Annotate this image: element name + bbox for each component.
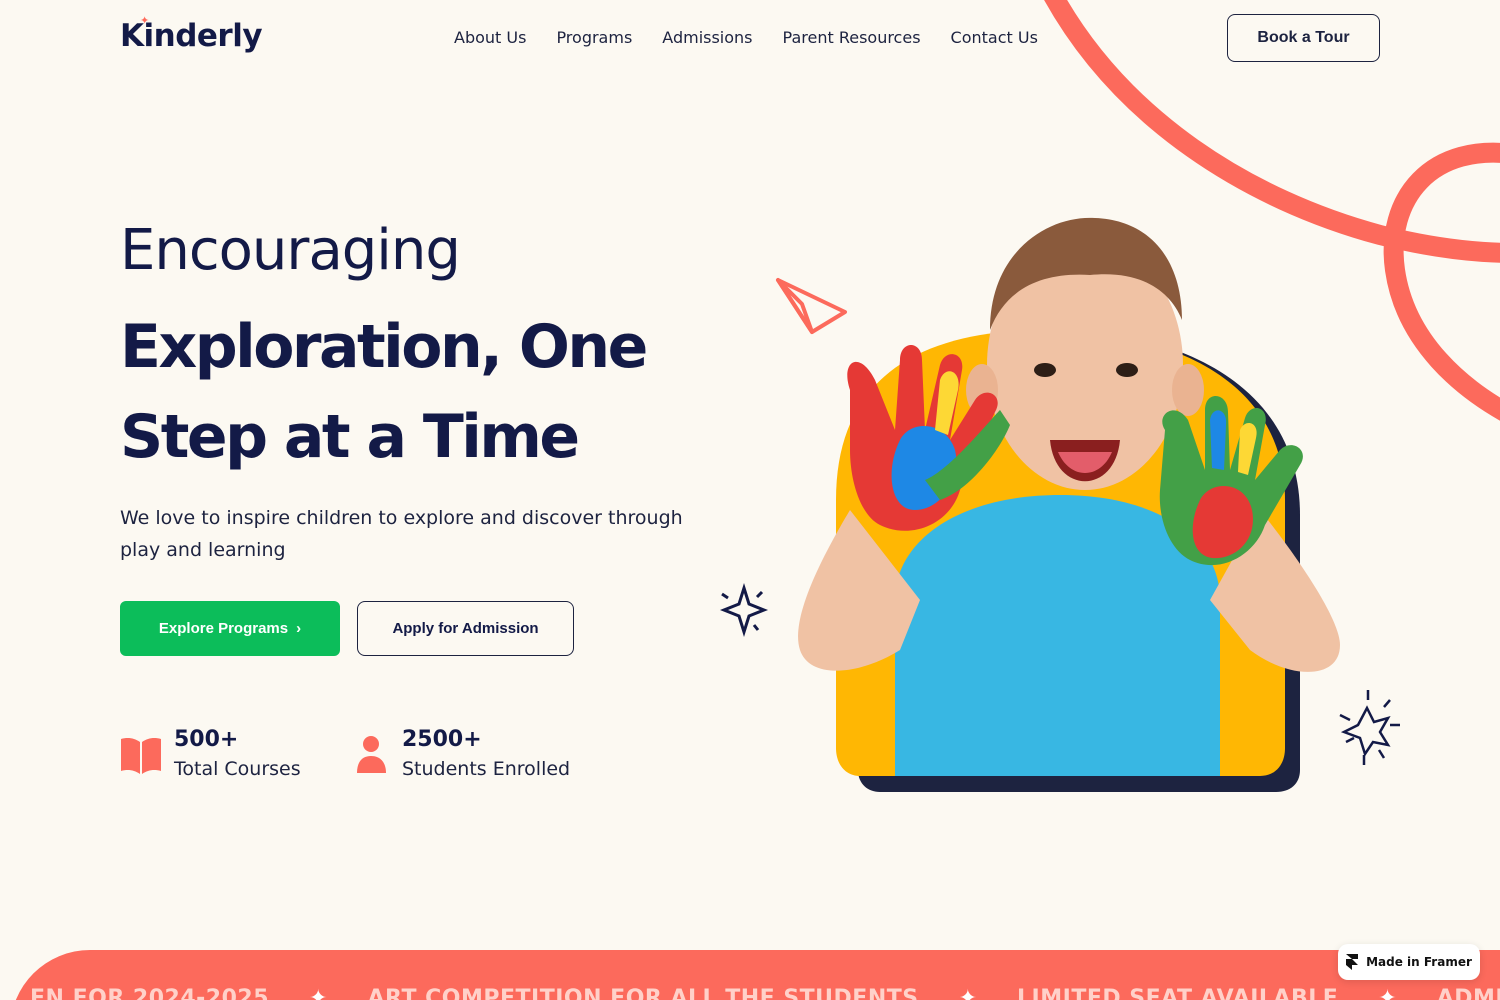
stat-value: 2500+ <box>402 727 482 752</box>
hero-child-illustration <box>719 217 1400 792</box>
badge-label: Made in Framer <box>1366 955 1472 969</box>
marquee-item: LIMITED SEAT AVAILABLE <box>1017 986 1339 1000</box>
marquee-item: ADMISSION OP <box>1436 986 1500 1000</box>
sparkle-star-icon <box>719 582 769 638</box>
hero-heading-line-1: Exploration, One <box>120 312 648 382</box>
person-icon <box>357 736 386 773</box>
made-in-framer-badge[interactable]: Made in Framer <box>1338 944 1480 980</box>
stat-label: Total Courses <box>174 758 301 780</box>
explore-programs-button[interactable]: Explore Programs › <box>120 601 340 656</box>
star-icon: ✦ <box>958 986 978 1000</box>
brand-logo[interactable]: Kinderly ✦ <box>120 14 263 54</box>
nav-admissions[interactable]: Admissions <box>662 28 752 47</box>
star-icon: ✦ <box>1378 986 1397 1000</box>
paper-plane-icon <box>776 278 847 334</box>
apply-admission-button[interactable]: Apply for Admission <box>357 601 574 656</box>
hero-heading-light: Encouraging <box>120 218 461 283</box>
marquee-item: ART COMPETITION FOR ALL THE STUDENTS <box>367 986 919 1000</box>
star-icon: ✦ <box>309 986 328 1000</box>
nav-programs[interactable]: Programs <box>556 28 632 47</box>
announcement-marquee: EN FOR 2024-2025 ✦ ART COMPETITION FOR A… <box>10 950 1500 1000</box>
doodle-star-icon <box>1339 690 1400 765</box>
sparkle-icon: ✦ <box>140 14 149 27</box>
marquee-track: EN FOR 2024-2025 ✦ ART COMPETITION FOR A… <box>30 986 1500 1000</box>
hero-heading-line-2: Step at a Time <box>120 402 580 472</box>
nav-contact-us[interactable]: Contact Us <box>951 28 1038 47</box>
book-tour-button[interactable]: Book a Tour <box>1227 14 1380 62</box>
nav-about-us[interactable]: About Us <box>454 28 526 47</box>
stat-students-enrolled: 2500+ Students Enrolled <box>356 726 570 784</box>
framer-icon <box>1346 954 1359 970</box>
chevron-right-icon: › <box>296 620 302 637</box>
main-nav: About Us Programs Admissions Parent Reso… <box>454 28 1038 47</box>
explore-programs-label: Explore Programs <box>158 620 289 637</box>
stat-label: Students Enrolled <box>402 758 571 780</box>
stat-total-courses: 500+ Total Courses <box>120 726 301 784</box>
book-icon <box>121 738 161 774</box>
stat-value: 500+ <box>174 727 239 752</box>
nav-parent-resources[interactable]: Parent Resources <box>783 28 921 47</box>
hero-description: We love to inspire children to explore a… <box>120 507 683 561</box>
marquee-item: EN FOR 2024-2025 <box>30 986 270 1000</box>
